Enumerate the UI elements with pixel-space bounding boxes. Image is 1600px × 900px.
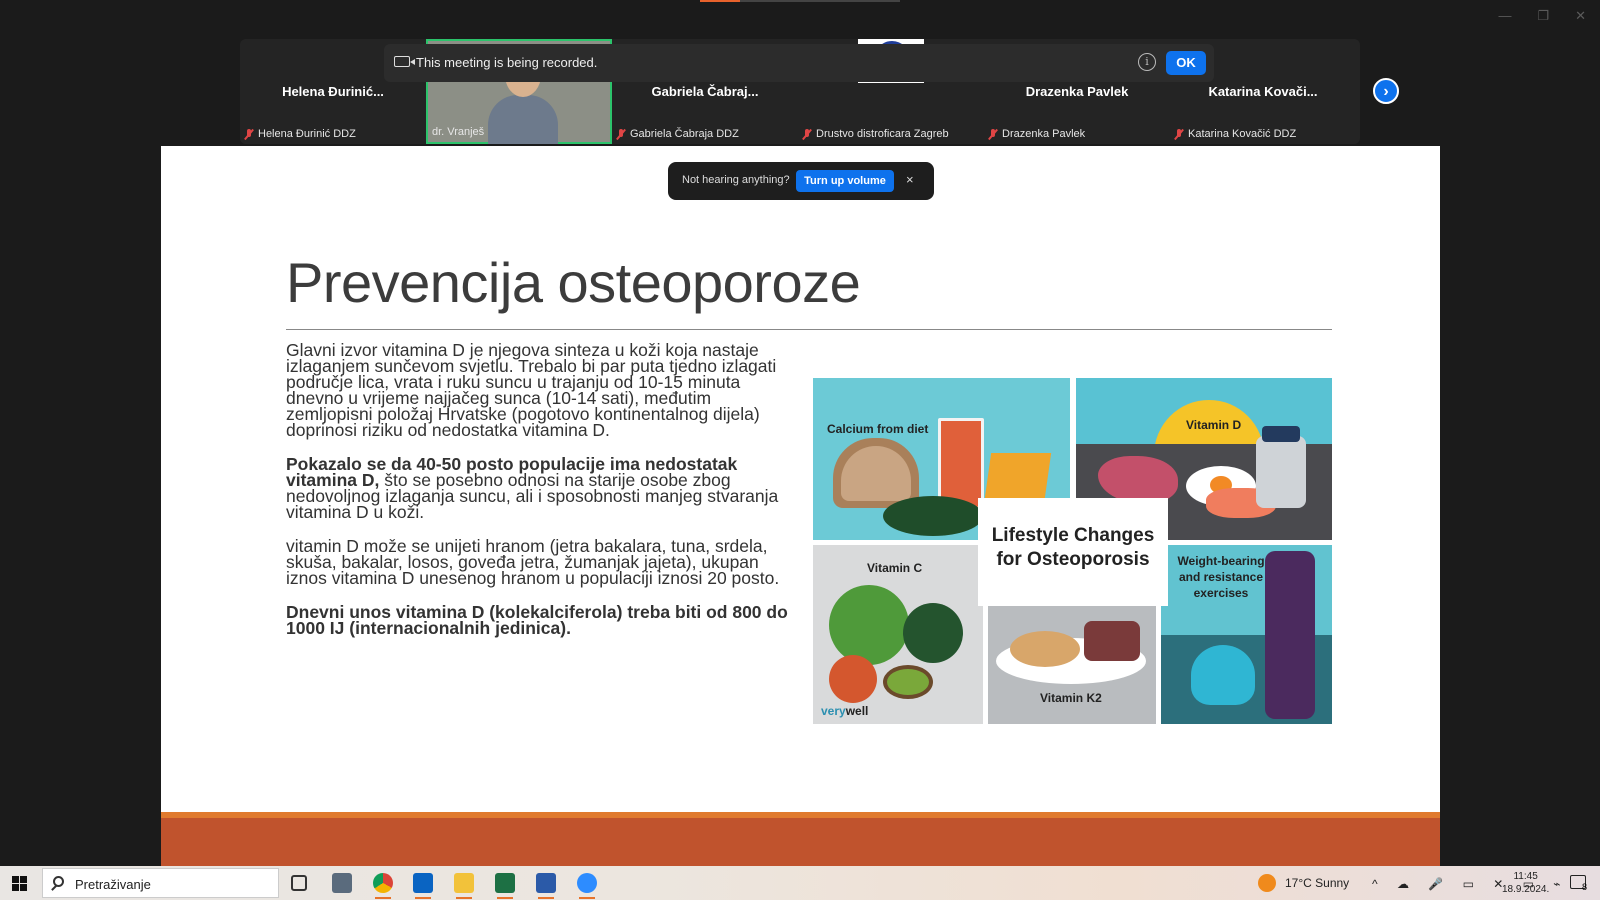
chrome-icon[interactable] <box>373 873 393 899</box>
windows-taskbar: Pretraživanje 17°C Sunny ^ ☁ 🎤 ▭ ✕ ▭ ⌁ 1… <box>0 866 1600 900</box>
volume-toast: Not hearing anything? Turn up volume × <box>668 162 934 200</box>
ok-button[interactable]: OK <box>1166 51 1206 75</box>
weight-bearing-panel: Weight-bearing and resistance exercises <box>1161 545 1332 724</box>
slide-paragraph: Pokazalo se da 40-50 posto populacije im… <box>286 454 779 522</box>
participant-label: Helena Đurinić DDZ <box>244 128 356 140</box>
participant-name: Drazenka Pavlek <box>1025 84 1129 99</box>
participant-label: dr. Vranješ <box>432 126 485 138</box>
volume-question: Not hearing anything? <box>682 174 790 186</box>
next-page-arrow-icon[interactable]: › <box>1373 78 1399 104</box>
notification-icon[interactable]: 8 <box>1570 875 1587 892</box>
mic-muted-icon <box>244 128 254 140</box>
shared-screen-slide: Prevencija osteoporoze Glavni izvor vita… <box>161 146 1440 866</box>
taskbar-search[interactable]: Pretraživanje <box>42 868 279 898</box>
outlook-icon[interactable] <box>413 873 433 899</box>
slide-body: Glavni izvor vitamina D je njegova sinte… <box>286 340 796 654</box>
weather-text[interactable]: 17°C Sunny <box>1285 876 1349 890</box>
verywell-logo: verywell <box>821 704 869 718</box>
osteoporosis-infographic: Calcium from diet Vitamin D Vitamin C ve… <box>813 378 1332 724</box>
mic-muted-icon <box>1174 128 1184 140</box>
close-window-button[interactable]: ✕ <box>1575 8 1586 24</box>
task-view-icon[interactable] <box>291 875 307 891</box>
turn-up-volume-button[interactable]: Turn up volume <box>796 170 894 192</box>
slide-title: Prevencija osteoporoze <box>286 251 861 314</box>
top-progress-bar <box>700 0 900 2</box>
participant-label: Katarina Kovačić DDZ <box>1174 128 1296 140</box>
info-icon[interactable]: i <box>1138 53 1156 71</box>
mic-muted-icon <box>616 128 626 140</box>
zoom-meeting-window: — ❐ ✕ Helena Đurinić... Helena Đurinić D… <box>0 0 1600 900</box>
recording-camera-icon <box>394 56 415 67</box>
search-icon <box>53 876 64 887</box>
minimize-button[interactable]: — <box>1498 8 1511 24</box>
participant-name: Gabriela Čabraj... <box>651 84 759 99</box>
slide-paragraph: vitamin D može se unijeti hranom (jetra … <box>286 536 780 588</box>
title-divider <box>286 329 1332 330</box>
zoom-icon[interactable] <box>577 873 597 899</box>
maximize-button[interactable]: ❐ <box>1537 8 1549 24</box>
vitamin-k2-panel: Vitamin K2 <box>988 603 1156 724</box>
close-toast-icon[interactable]: × <box>906 172 914 187</box>
word-icon[interactable] <box>536 873 556 899</box>
participant-name: Helena Đurinić... <box>282 84 384 99</box>
participant-name: Katarina Kovači... <box>1208 84 1318 99</box>
excel-icon[interactable] <box>495 873 515 899</box>
calculator-icon[interactable] <box>332 873 352 893</box>
slide-paragraph: Dnevni unos vitamina D (kolekalciferola)… <box>286 602 788 638</box>
file-explorer-icon[interactable] <box>454 873 474 899</box>
mic-muted-icon <box>802 128 812 140</box>
slide-paragraph: Glavni izvor vitamina D je njegova sinte… <box>286 340 777 440</box>
participant-label: Gabriela Čabraja DDZ <box>616 128 739 140</box>
participant-label: Drustvo distroficara Zagreb <box>802 128 949 140</box>
slide-footer-bar <box>161 812 1440 866</box>
participant-label: Drazenka Pavlek <box>988 128 1085 140</box>
weather-sun-icon[interactable] <box>1258 874 1276 892</box>
vitamin-c-panel: Vitamin C verywell <box>813 545 983 724</box>
taskbar-clock[interactable]: 11:45 18.9.2024. <box>1502 870 1549 896</box>
window-controls: — ❐ ✕ <box>1498 8 1586 24</box>
search-placeholder: Pretraživanje <box>75 877 151 892</box>
infographic-title-card: Lifestyle Changes for Osteoporosis <box>978 498 1168 606</box>
mic-muted-icon <box>988 128 998 140</box>
recording-banner: This meeting is being recorded. i OK <box>384 44 1214 82</box>
windows-start-icon[interactable] <box>12 876 27 891</box>
recording-message: This meeting is being recorded. <box>416 55 598 70</box>
